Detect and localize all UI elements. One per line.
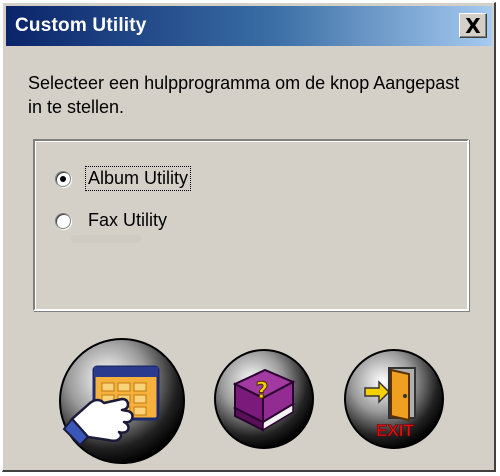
- radio-label-album-utility[interactable]: Album Utility: [84, 166, 192, 191]
- svg-text:?: ?: [256, 379, 269, 404]
- radio-button-selected[interactable]: [55, 170, 71, 187]
- exit-button[interactable]: EXIT: [343, 348, 445, 450]
- exit-label: EXIT: [376, 421, 414, 440]
- hand-keypad-icon: [59, 338, 185, 464]
- title-bar[interactable]: Custom Utility X: [6, 6, 492, 46]
- help-button[interactable]: ?: [213, 348, 315, 450]
- window-title: Custom Utility: [15, 15, 147, 36]
- help-book-icon: ?: [214, 349, 314, 449]
- exit-door-icon: EXIT: [344, 349, 444, 449]
- radio-album-utility[interactable]: Album Utility: [55, 166, 192, 191]
- utility-options-group: Album Utility Fax Utility: [33, 139, 469, 311]
- faded-option-placeholder: [71, 235, 141, 243]
- instruction-text: Selecteer een hulpprogramma om de knop A…: [28, 73, 460, 117]
- close-icon: X: [465, 13, 481, 38]
- radio-label-fax-utility[interactable]: Fax Utility: [86, 209, 169, 232]
- radio-button-unselected[interactable]: [55, 212, 71, 229]
- close-button[interactable]: X: [459, 13, 487, 38]
- radio-dot: [60, 175, 66, 182]
- custom-utility-dialog: Custom Utility X Selecteer een hulpprogr…: [2, 2, 496, 472]
- radio-fax-utility[interactable]: Fax Utility: [55, 209, 169, 232]
- album-utility-button[interactable]: [58, 337, 186, 465]
